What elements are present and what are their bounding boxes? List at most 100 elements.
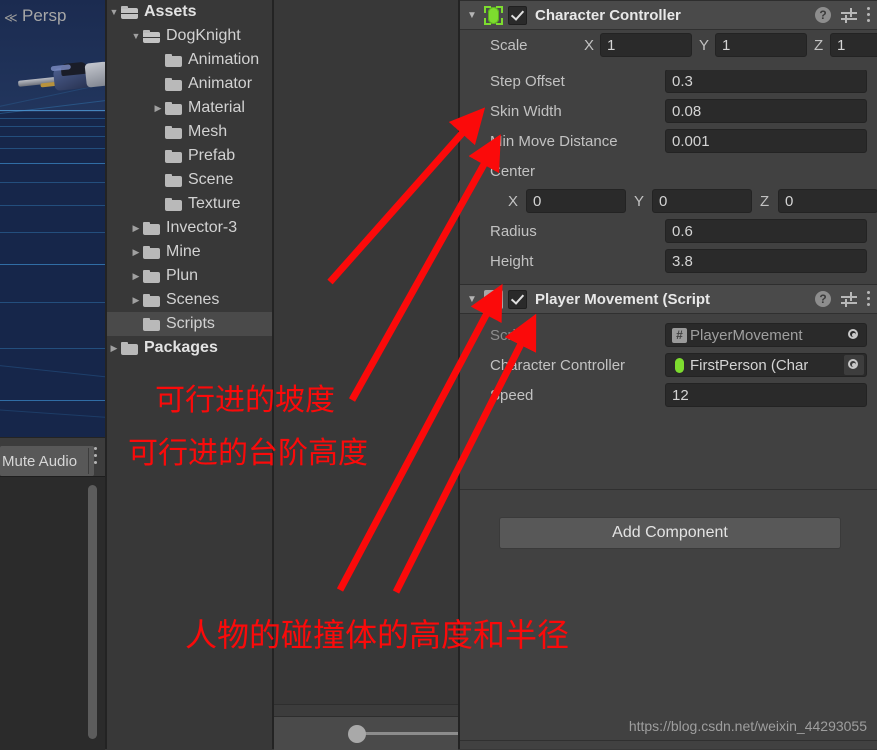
center-y-field[interactable]: 0: [652, 189, 752, 213]
tree-item-plun[interactable]: ▶ Plun: [107, 264, 272, 288]
more-options-icon[interactable]: [94, 447, 97, 464]
center-z-field[interactable]: 0: [778, 189, 877, 213]
folder-icon: [143, 245, 160, 259]
chevron-right-icon[interactable]: ▶: [129, 247, 143, 258]
chevron-down-icon[interactable]: ▼: [460, 10, 484, 21]
player-movement-title: Player Movement (Script: [535, 290, 711, 308]
character-controller-object-field[interactable]: FirstPerson (Char: [665, 353, 867, 377]
tree-item-material[interactable]: ▶ Material: [107, 96, 272, 120]
help-icon[interactable]: ?: [815, 291, 831, 307]
tree-item-scene[interactable]: Scene: [107, 168, 272, 192]
property-row-radius[interactable]: Radius 0.6: [460, 216, 877, 246]
mute-audio-button[interactable]: Mute Audio: [0, 446, 94, 476]
scale-x-field[interactable]: 1: [600, 33, 692, 57]
watermark-url: https://blog.csdn.net/weixin_44293055: [628, 718, 867, 734]
tree-item-label: Texture: [188, 195, 241, 212]
tree-item-texture[interactable]: Texture: [107, 192, 272, 216]
script-object-field[interactable]: # PlayerMovement: [665, 323, 867, 347]
property-row-center: Center: [460, 156, 877, 186]
folder-icon: [143, 29, 160, 43]
scene-view[interactable]: ≪ Persp: [0, 0, 105, 437]
project-file-grid[interactable]: [274, 0, 458, 716]
scene-horizon: [0, 110, 105, 111]
more-options-icon[interactable]: [867, 7, 871, 23]
tree-item-invector-3[interactable]: ▶ Invector-3: [107, 216, 272, 240]
folder-icon: [165, 125, 182, 139]
transform-row-scale[interactable]: Scale X 1 Y 1 Z 1: [460, 30, 877, 60]
axis-label-x: X: [508, 192, 519, 210]
min-move-distance-field[interactable]: 0.001: [665, 129, 867, 153]
folder-icon: [165, 101, 182, 115]
property-label: Radius: [490, 222, 537, 240]
chevron-right-icon[interactable]: ▶: [151, 103, 165, 114]
property-row-speed[interactable]: Speed 12: [460, 380, 877, 410]
tree-item-animator[interactable]: Animator: [107, 72, 272, 96]
chevron-right-icon[interactable]: ▶: [129, 271, 143, 282]
chevron-right-icon[interactable]: ▶: [107, 343, 121, 354]
project-folder-tree[interactable]: ▼ Assets ▼ DogKnight Animation Animator ▶ Mater…: [107, 0, 272, 360]
script-asset-icon: #: [672, 327, 687, 343]
tree-item-label: Scene: [188, 171, 234, 188]
center-xyz-row[interactable]: X 0 Y 0 Z 0: [460, 186, 877, 216]
step-offset-field[interactable]: 0.3: [665, 69, 867, 93]
character-controller-header[interactable]: ▼ Character Controller ?: [460, 0, 877, 30]
axis-label-z: Z: [814, 36, 824, 54]
chevron-down-icon[interactable]: ▼: [460, 294, 484, 305]
icon-size-slider-knob[interactable]: [348, 725, 366, 743]
property-row-character-controller[interactable]: Character Controller FirstPerson (Char: [460, 350, 877, 380]
property-label: Step Offset: [490, 72, 565, 90]
property-label: Speed: [490, 386, 534, 404]
chevron-down-icon[interactable]: ▼: [129, 31, 143, 41]
chevron-down-icon[interactable]: ▼: [107, 7, 121, 17]
character-controller-object-name: FirstPerson (Char: [690, 356, 809, 374]
folder-icon: [121, 341, 138, 355]
property-row-step-offset[interactable]: Step Offset 0.3: [460, 66, 877, 96]
scene-camera-mode-label[interactable]: Persp: [22, 6, 66, 26]
property-row-min-move-distance[interactable]: Min Move Distance 0.001: [460, 126, 877, 156]
chevron-right-icon[interactable]: ▶: [129, 295, 143, 306]
object-picker-icon[interactable]: [844, 325, 864, 345]
property-row-script[interactable]: Script # PlayerMovement: [460, 320, 877, 350]
property-row-height[interactable]: Height 3.8: [460, 246, 877, 276]
tree-item-label: Animation: [188, 51, 260, 68]
tree-item-animation[interactable]: Animation: [107, 48, 272, 72]
preset-icon[interactable]: [841, 291, 857, 307]
object-picker-icon[interactable]: [844, 355, 864, 375]
axis-label-y: Y: [699, 36, 710, 54]
tree-item-label: Invector-3: [166, 219, 238, 236]
tree-item-scripts[interactable]: Scripts: [107, 312, 272, 336]
center-x-field[interactable]: 0: [526, 189, 626, 213]
inspector-bottom-divider: [460, 740, 877, 741]
tree-item-mine[interactable]: ▶ Mine: [107, 240, 272, 264]
tree-item-packages[interactable]: ▶ Packages: [107, 336, 272, 360]
character-controller-enabled-checkbox[interactable]: [508, 5, 527, 25]
property-row-skin-width[interactable]: Skin Width 0.08: [460, 96, 877, 126]
tree-item-mesh[interactable]: Mesh: [107, 120, 272, 144]
height-field[interactable]: 3.8: [665, 249, 867, 273]
preset-icon[interactable]: [841, 7, 857, 23]
scale-y-field[interactable]: 1: [715, 33, 807, 57]
more-options-icon[interactable]: [867, 291, 871, 307]
add-component-button[interactable]: Add Component: [499, 517, 841, 549]
tree-item-label: Animator: [188, 75, 253, 92]
radius-field[interactable]: 0.6: [665, 219, 867, 243]
console-scrollbar-thumb[interactable]: [88, 485, 97, 739]
tree-item-label: Plun: [166, 267, 199, 284]
add-component-area: Add Component: [460, 489, 877, 710]
tree-item-scenes[interactable]: ▶ Scenes: [107, 288, 272, 312]
speed-field[interactable]: 12: [665, 383, 867, 407]
folder-icon: [165, 197, 182, 211]
scale-z-field[interactable]: 1: [830, 33, 877, 57]
help-icon[interactable]: ?: [815, 7, 831, 23]
tree-item-assets[interactable]: ▼ Assets: [107, 0, 272, 24]
tree-item-dogknight[interactable]: ▼ DogKnight: [107, 24, 272, 48]
skin-width-field[interactable]: 0.08: [665, 99, 867, 123]
tree-item-prefab[interactable]: Prefab: [107, 144, 272, 168]
chevron-right-icon[interactable]: ▶: [129, 223, 143, 234]
perspective-gizmo-icon[interactable]: ≪: [4, 10, 18, 26]
player-movement-enabled-checkbox[interactable]: [508, 289, 527, 309]
project-panel[interactable]: ▼ Assets ▼ DogKnight Animation Animator ▶ Mater…: [107, 0, 272, 749]
player-movement-header[interactable]: ▼ # Player Movement (Script ?: [460, 284, 877, 314]
character-controller-capsule-icon: [672, 357, 687, 373]
tree-item-label: Scripts: [166, 315, 215, 332]
